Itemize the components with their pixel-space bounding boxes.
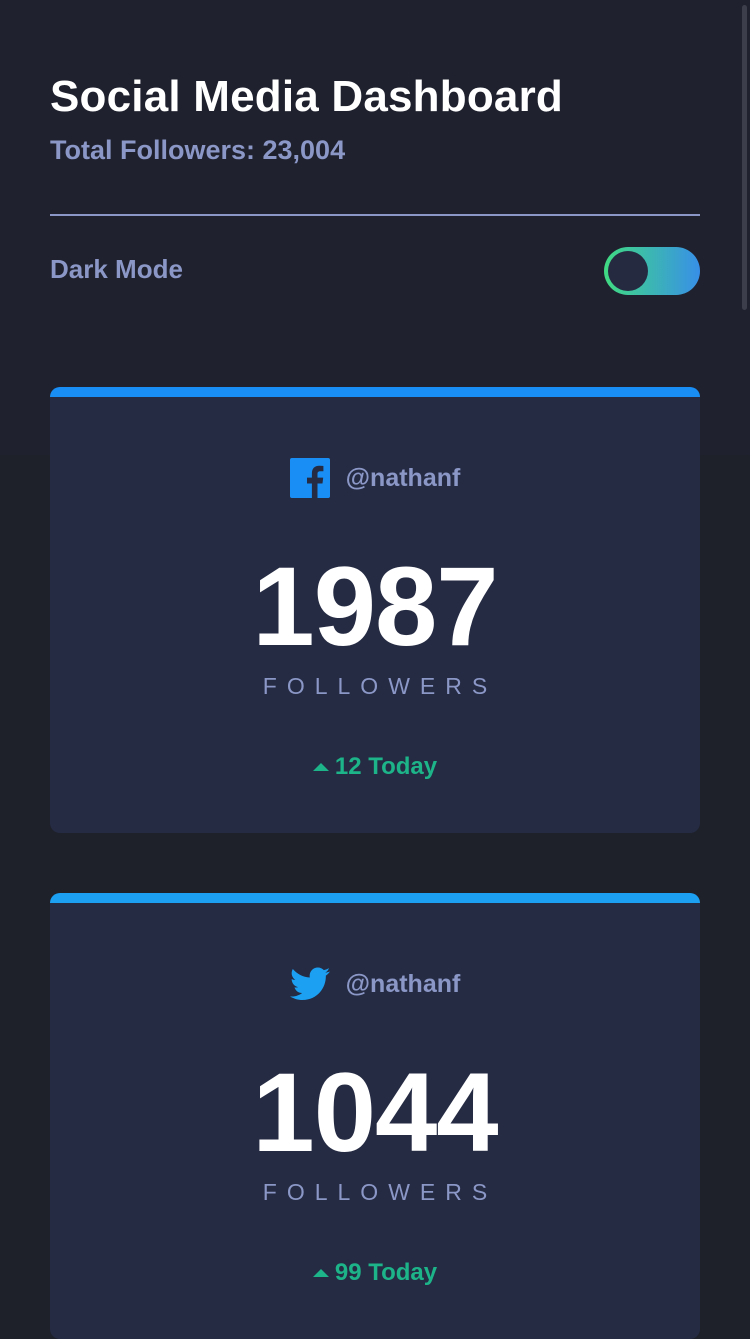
page-title: Social Media Dashboard	[50, 72, 563, 121]
handle-row: @nathanf	[50, 457, 700, 499]
dark-mode-label: Dark Mode	[50, 254, 183, 284]
today-change: 12 Today	[50, 753, 700, 781]
today-change-text: 12 Today	[334, 753, 438, 780]
arrow-up-icon	[312, 1269, 329, 1277]
dark-mode-toggle[interactable]	[604, 247, 700, 295]
scrollbar[interactable]	[742, 5, 747, 310]
followers-label: FOLLOWERS	[262, 673, 498, 699]
followers-label: FOLLOWERS	[262, 1179, 498, 1205]
today-change-text: 99 Today	[334, 1259, 438, 1286]
card-accent-bar	[50, 893, 700, 903]
twitter-card[interactable]: @nathanf 1044 FOLLOWERS 99 Today	[50, 893, 700, 1339]
toggle-knob	[608, 251, 648, 291]
follower-count: 1044	[252, 1050, 498, 1175]
card-accent-bar	[50, 387, 700, 397]
dark-mode-row: Dark Mode	[50, 246, 700, 296]
today-change: 99 Today	[50, 1259, 700, 1287]
facebook-icon	[289, 458, 330, 498]
divider	[50, 214, 700, 216]
facebook-card[interactable]: @nathanf 1987 FOLLOWERS 12 Today	[50, 387, 700, 833]
header: Social Media Dashboard Total Followers: …	[50, 66, 700, 168]
twitter-handle: @nathanf	[345, 969, 461, 998]
total-followers: Total Followers: 23,004	[50, 135, 346, 165]
follower-count: 1987	[252, 544, 498, 669]
handle-row: @nathanf	[50, 963, 700, 1005]
arrow-up-icon	[312, 763, 329, 771]
twitter-icon	[289, 964, 330, 1004]
facebook-handle: @nathanf	[345, 463, 461, 492]
